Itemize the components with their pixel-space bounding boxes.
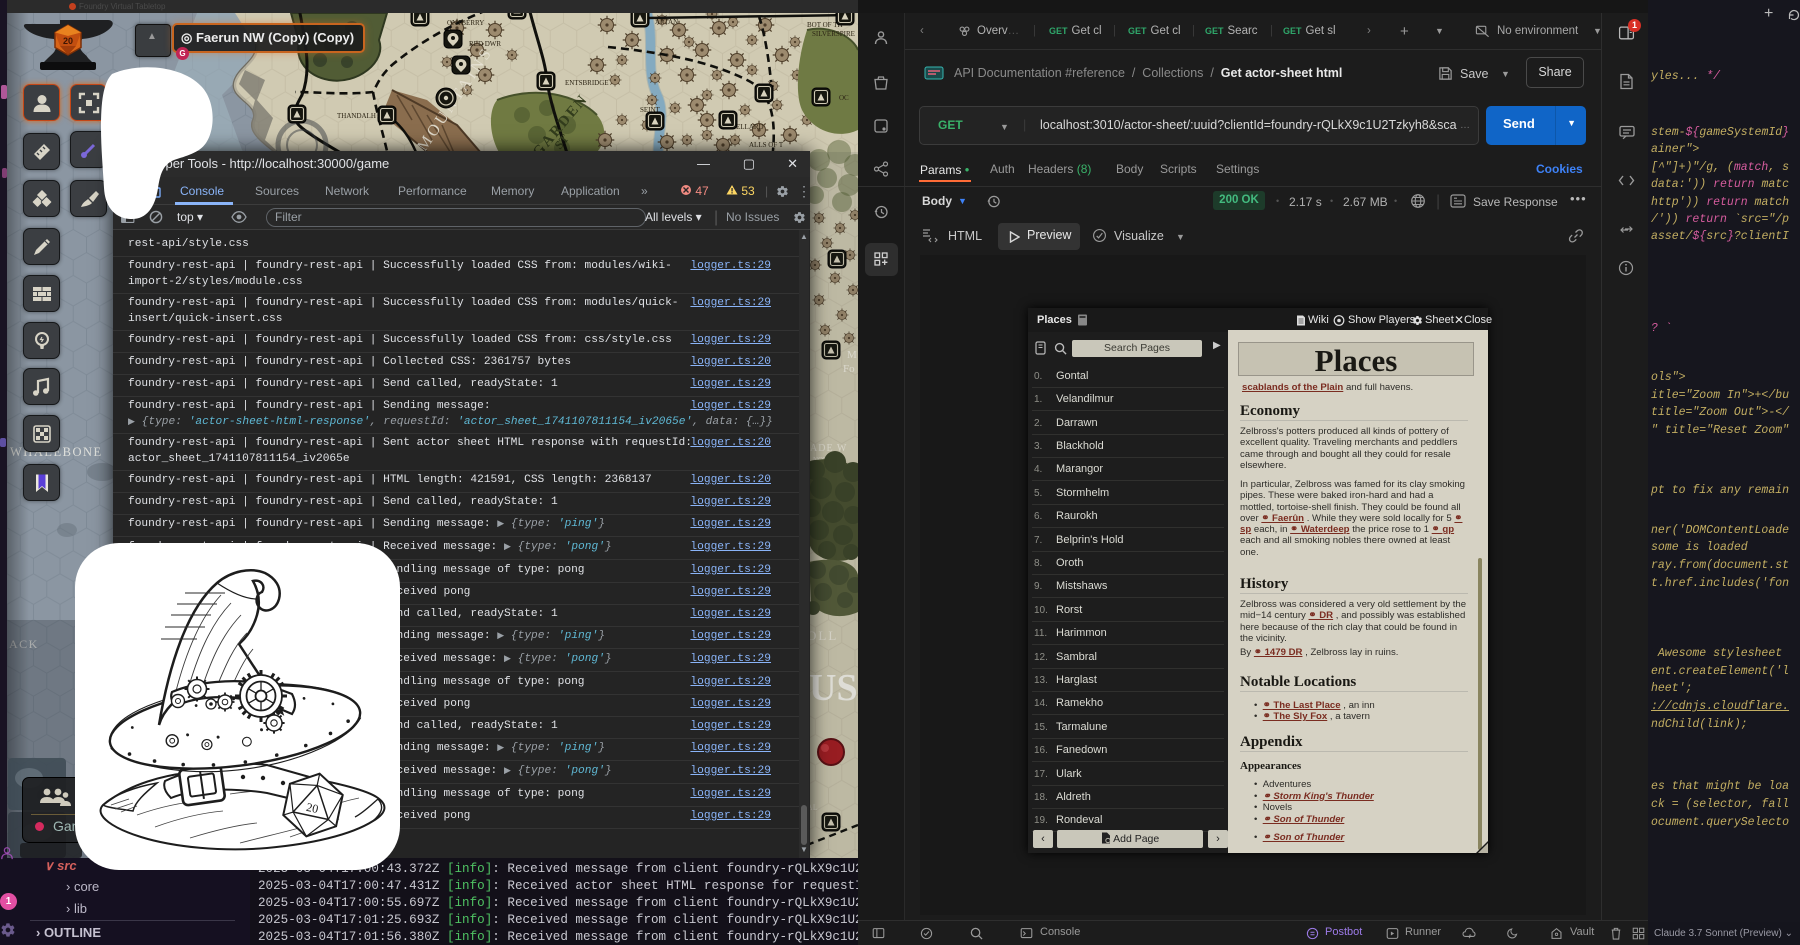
svg-text:SILVERSPIRE: SILVERSPIRE bbox=[812, 30, 855, 38]
svg-text:ARTAN: ARTAN bbox=[655, 18, 678, 26]
svg-text:ELLARD: ELLARD bbox=[736, 123, 764, 131]
svg-text:ONTBERRY: ONTBERRY bbox=[447, 19, 484, 27]
svg-text:THANDALH: THANDALH bbox=[337, 112, 376, 120]
svg-text:20: 20 bbox=[63, 36, 73, 46]
svg-text:OC: OC bbox=[839, 94, 849, 102]
svg-text:ALLS OF T: ALLS OF T bbox=[749, 141, 784, 149]
svg-text:ENTSBRIDGE: ENTSBRIDGE bbox=[565, 79, 609, 87]
